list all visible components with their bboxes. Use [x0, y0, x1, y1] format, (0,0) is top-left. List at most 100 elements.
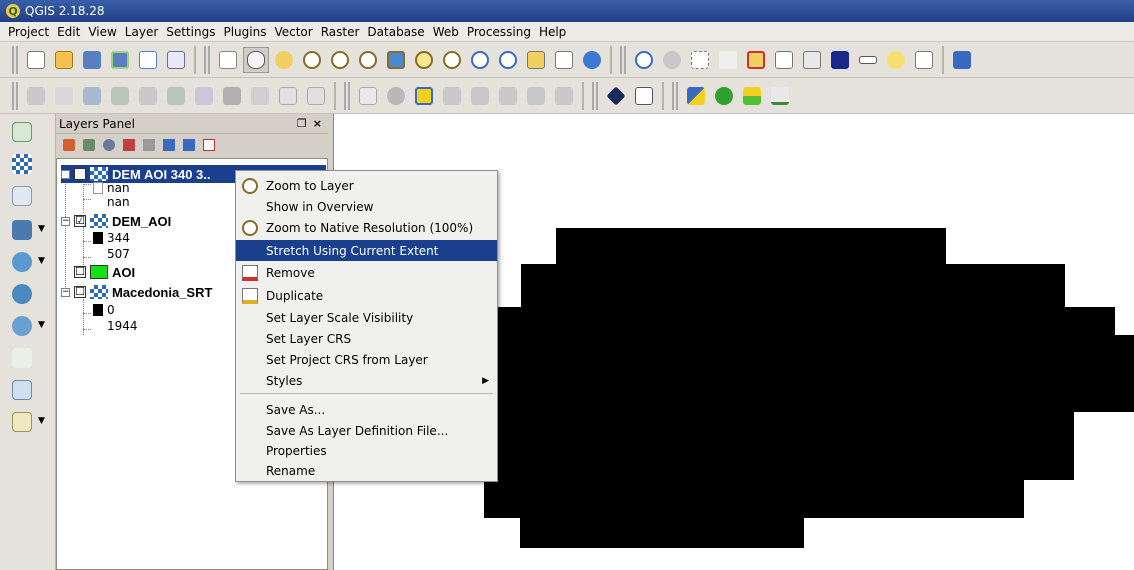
chevron-down-icon[interactable]: ▼	[38, 320, 45, 330]
layer-labeling-button[interactable]	[411, 83, 437, 109]
layer-visibility-checkbox[interactable]: ☐	[74, 266, 86, 278]
zoom-out-button[interactable]	[327, 47, 353, 73]
menu-zoom-native-resolution[interactable]: Zoom to Native Resolution (100%)	[236, 217, 497, 238]
menu-settings[interactable]: Settings	[162, 25, 219, 39]
toolbar-handle[interactable]	[12, 45, 18, 74]
layer-row-aoi[interactable]: ☐ AOI	[74, 263, 135, 281]
filter-legend-button[interactable]	[120, 137, 138, 153]
zoom-native-button[interactable]	[355, 47, 381, 73]
copy-features-button[interactable]	[275, 83, 301, 109]
new-project-button[interactable]	[23, 47, 49, 73]
python-console-button[interactable]	[683, 83, 709, 109]
add-raster-plugin-button[interactable]	[603, 83, 629, 109]
menu-edit[interactable]: Edit	[53, 25, 84, 39]
attribute-table-button[interactable]	[771, 47, 797, 73]
layer-visibility-checkbox[interactable]: ☐	[74, 286, 86, 298]
add-group-button[interactable]	[80, 137, 98, 153]
menu-view[interactable]: View	[84, 25, 120, 39]
menu-show-in-overview[interactable]: Show in Overview	[236, 196, 497, 217]
zoom-last-button[interactable]	[467, 47, 493, 73]
new-print-composer-button[interactable]	[135, 47, 161, 73]
field-calculator-button[interactable]	[799, 47, 825, 73]
save-project-button[interactable]	[79, 47, 105, 73]
terrain-plugin-button[interactable]	[739, 83, 765, 109]
statistical-summary-button[interactable]	[827, 47, 853, 73]
toolbar-handle[interactable]	[344, 81, 350, 110]
show-bookmarks-button[interactable]	[551, 47, 577, 73]
diagram-button[interactable]	[383, 83, 409, 109]
new-shapefile-button[interactable]	[10, 410, 34, 434]
zoom-in-button[interactable]	[299, 47, 325, 73]
remove-layer-button[interactable]	[200, 137, 218, 153]
save-as-button[interactable]	[107, 47, 133, 73]
delete-selected-button[interactable]	[219, 83, 245, 109]
style-manager-button[interactable]	[60, 137, 78, 153]
refresh-button[interactable]	[579, 47, 605, 73]
composer-manager-button[interactable]	[163, 47, 189, 73]
new-bookmark-button[interactable]	[523, 47, 549, 73]
add-virtual-layer-button[interactable]	[10, 378, 34, 402]
toolbar-handle[interactable]	[620, 45, 626, 74]
menu-stretch-current-extent[interactable]: Stretch Using Current Extent	[236, 240, 497, 261]
add-postgis-button[interactable]	[10, 218, 34, 242]
collapse-toggle[interactable]: −	[61, 216, 70, 226]
add-wms-button[interactable]	[10, 250, 34, 274]
chevron-down-icon[interactable]: ▼	[38, 416, 45, 426]
add-raster-layer-button[interactable]	[10, 152, 34, 176]
pan-map-button[interactable]	[243, 46, 269, 73]
text-annotation-button[interactable]	[911, 47, 937, 73]
change-label-button[interactable]	[551, 83, 577, 109]
measure-button[interactable]	[855, 47, 881, 73]
save-edits-button[interactable]	[79, 83, 105, 109]
node-tool-button[interactable]	[191, 83, 217, 109]
menu-styles[interactable]: Styles ▶	[236, 370, 497, 391]
add-wcs-button[interactable]	[10, 282, 34, 306]
add-wfs-button[interactable]	[10, 314, 34, 338]
manage-visibility-button[interactable]	[100, 137, 118, 153]
paste-features-button[interactable]	[303, 83, 329, 109]
identify-features-button[interactable]	[631, 47, 657, 73]
pan-to-selection-button[interactable]	[271, 47, 297, 73]
collapse-toggle[interactable]: −	[61, 287, 70, 297]
menu-layer[interactable]: Layer	[121, 25, 162, 39]
menu-set-scale-visibility[interactable]: Set Layer Scale Visibility	[236, 307, 497, 328]
menu-database[interactable]: Database	[363, 25, 428, 39]
menu-vector[interactable]: Vector	[270, 25, 316, 39]
toolbar-handle[interactable]	[672, 81, 678, 110]
rotate-label-button[interactable]	[523, 83, 549, 109]
toggle-editing-button[interactable]	[51, 83, 77, 109]
select-by-expression-button[interactable]	[715, 47, 741, 73]
menu-save-as[interactable]: Save As...	[236, 399, 497, 420]
zoom-next-button[interactable]	[495, 47, 521, 73]
move-feature-button[interactable]	[163, 83, 189, 109]
zoom-to-selection-button[interactable]	[411, 47, 437, 73]
zoom-full-button[interactable]	[383, 47, 409, 73]
move-label-button[interactable]	[495, 83, 521, 109]
action-button[interactable]	[659, 47, 685, 73]
menu-processing[interactable]: Processing	[463, 25, 535, 39]
close-panel-icon[interactable]: ×	[313, 117, 322, 130]
help-button[interactable]	[949, 47, 975, 73]
menu-save-as-layer-definition[interactable]: Save As Layer Definition File...	[236, 420, 497, 441]
add-csv-button[interactable]	[631, 83, 657, 109]
toolbar-handle[interactable]	[12, 81, 18, 110]
add-delimited-text-button[interactable]	[10, 346, 34, 370]
show-hide-labels-button[interactable]	[467, 83, 493, 109]
touch-zoom-button[interactable]	[215, 47, 241, 73]
menu-rename[interactable]: Rename	[236, 460, 497, 481]
pin-labels-button[interactable]	[439, 83, 465, 109]
cut-features-button[interactable]	[247, 83, 273, 109]
add-spatialite-button[interactable]	[10, 184, 34, 208]
toolbar-handle[interactable]	[592, 81, 598, 110]
collapse-all-button[interactable]	[180, 137, 198, 153]
select-features-button[interactable]	[687, 47, 713, 73]
menu-properties[interactable]: Properties	[236, 440, 497, 461]
menu-project[interactable]: Project	[4, 25, 53, 39]
chevron-down-icon[interactable]: ▼	[38, 224, 45, 234]
open-project-button[interactable]	[51, 47, 77, 73]
map-tips-button[interactable]	[883, 47, 909, 73]
label-toolbar-button[interactable]	[355, 83, 381, 109]
plugin-reload-button[interactable]	[711, 83, 737, 109]
menu-set-project-crs[interactable]: Set Project CRS from Layer	[236, 349, 497, 370]
add-circular-string-button[interactable]	[135, 83, 161, 109]
